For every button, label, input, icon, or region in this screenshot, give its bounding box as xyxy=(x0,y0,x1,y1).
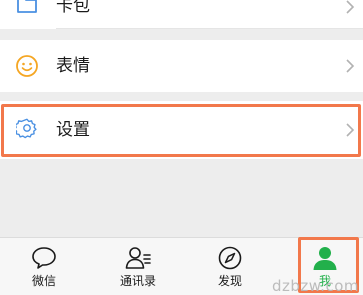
chevron-right-icon xyxy=(346,0,355,14)
person-icon xyxy=(313,247,337,270)
menu-item-cardpack[interactable]: 卡包 xyxy=(0,0,363,29)
contacts-icon xyxy=(125,247,151,269)
tab-contacts[interactable]: 通讯录 xyxy=(98,238,178,295)
tab-label: 通讯录 xyxy=(119,274,156,288)
divider xyxy=(56,28,363,29)
menu-item-label: 设置 xyxy=(56,120,90,140)
sticker-smiley-icon xyxy=(16,55,38,77)
settings-gear-icon xyxy=(16,118,37,139)
tab-chats[interactable]: 微信 xyxy=(4,238,84,295)
menu-item-label: 表情 xyxy=(56,56,90,76)
menu-item-stickers[interactable]: 表情 xyxy=(0,40,363,92)
tab-label: 发现 xyxy=(217,274,242,288)
menu-item-settings[interactable]: 设置 xyxy=(0,101,363,159)
menu-item-label: 卡包 xyxy=(56,0,90,16)
chevron-right-icon xyxy=(346,123,355,137)
chat-bubble-icon xyxy=(32,247,56,269)
tab-discover[interactable]: 发现 xyxy=(190,238,270,295)
chevron-right-icon xyxy=(346,59,355,73)
watermark-text: dzbzw.com xyxy=(272,277,359,295)
cardpack-icon xyxy=(17,0,37,13)
tab-label: 微信 xyxy=(31,274,56,288)
compass-icon xyxy=(218,246,242,270)
